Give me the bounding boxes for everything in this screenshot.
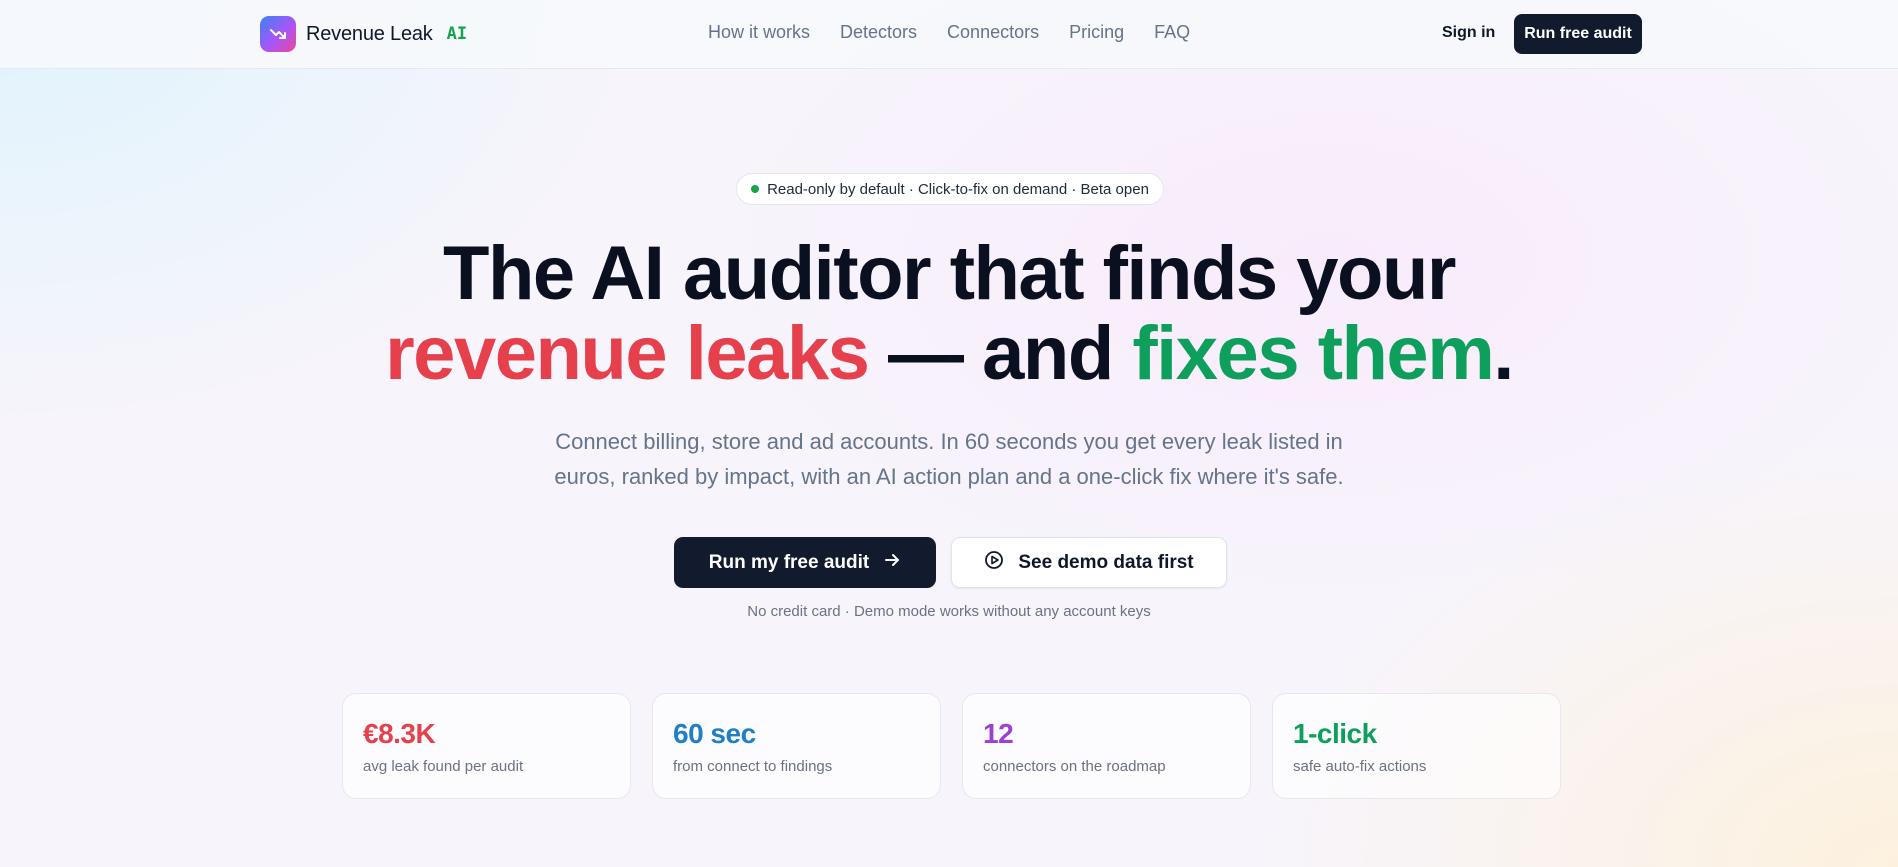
stat-label: from connect to findings (673, 758, 833, 775)
nav-link-connectors[interactable]: Connectors (947, 22, 1039, 43)
stat-value: 12 (983, 718, 1014, 749)
arrow-right-icon (883, 551, 901, 575)
run-my-free-audit-button[interactable]: Run my free audit (674, 537, 936, 588)
nav-link-pricing[interactable]: Pricing (1069, 22, 1124, 43)
headline-end-text: . (1493, 311, 1514, 396)
stat-card: 12 connectors on the roadmap (962, 693, 1251, 799)
status-dot-icon (751, 185, 760, 193)
brand-logo[interactable]: Revenue Leak AI (260, 16, 467, 52)
headline-line1: The AI auditor that finds your (443, 231, 1456, 316)
headline-mid-text: — and (868, 311, 1133, 396)
status-badge: Read-only by default · Click-to-fix on d… (736, 173, 1164, 205)
stat-label: connectors on the roadmap (983, 758, 1166, 775)
headline-green-text: fixes them (1132, 311, 1494, 396)
secondary-cta-label: See demo data first (1018, 551, 1194, 573)
sign-in-link[interactable]: Sign in (1442, 24, 1495, 42)
stat-label: safe auto-fix actions (1293, 758, 1427, 775)
hero-subtitle: Connect billing, store and ad accounts. … (449, 424, 1449, 494)
subtitle-line2: euros, ranked by impact, with an AI acti… (554, 464, 1344, 489)
status-badge-text: Read-only by default · Click-to-fix on d… (767, 180, 1149, 198)
trending-down-icon (260, 16, 296, 52)
run-free-audit-button[interactable]: Run free audit (1514, 14, 1642, 54)
stat-value: 1-click (1293, 718, 1377, 749)
subtitle-line1: Connect billing, store and ad accounts. … (555, 429, 1343, 454)
fine-print: No credit card · Demo mode works without… (747, 603, 1151, 620)
primary-cta-label: Run my free audit (708, 551, 870, 573)
headline-red-text: revenue leaks (385, 311, 870, 396)
main-nav: How it works Detectors Connectors Pricin… (708, 22, 1190, 43)
brand-name: Revenue Leak (306, 22, 433, 45)
stat-card: 1-click safe auto-fix actions (1272, 693, 1561, 799)
nav-link-detectors[interactable]: Detectors (840, 22, 917, 43)
stat-value: €8.3K (363, 718, 436, 749)
stat-value: 60 sec (673, 718, 756, 749)
play-circle-icon (984, 550, 1004, 576)
hero-headline: The AI auditor that finds your revenue l… (349, 234, 1549, 394)
nav-link-faq[interactable]: FAQ (1154, 22, 1190, 43)
top-navbar: Revenue Leak AI How it works Detectors C… (0, 0, 1898, 69)
stat-label: avg leak found per audit (363, 758, 524, 775)
see-demo-data-button[interactable]: See demo data first (951, 537, 1227, 588)
brand-badge: AI (446, 24, 468, 44)
stat-card: 60 sec from connect to findings (652, 693, 941, 799)
stat-card: €8.3K avg leak found per audit (342, 693, 631, 799)
nav-link-how-it-works[interactable]: How it works (708, 22, 810, 43)
